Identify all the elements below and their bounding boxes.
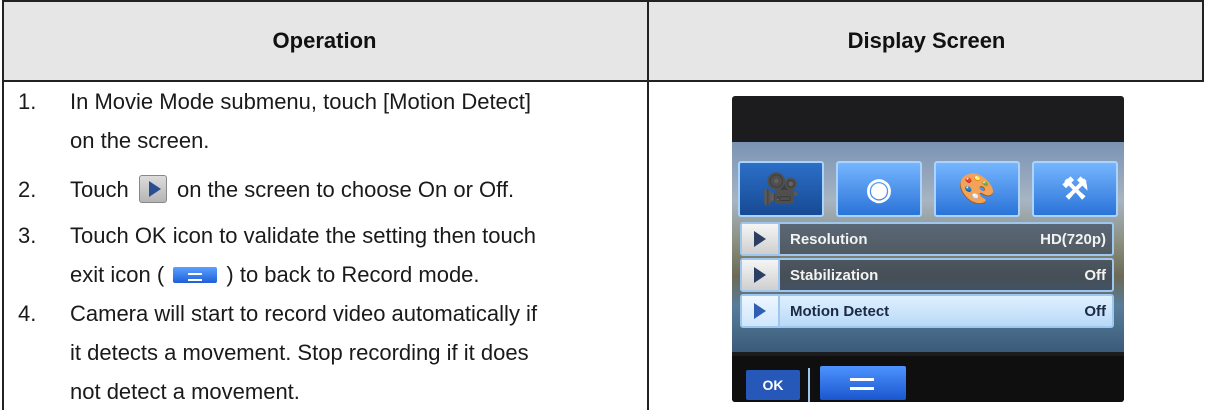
instruction-table: Operation Display Screen 1. In Movie Mod… bbox=[2, 0, 1204, 410]
menu-item-motion-detect[interactable]: Motion Detect Off bbox=[740, 294, 1114, 328]
step-line: Touch OK icon to validate the setting th… bbox=[70, 223, 536, 248]
step-number: 2. bbox=[18, 177, 37, 202]
play-arrow-icon bbox=[742, 260, 780, 290]
menu-item-label: Motion Detect bbox=[790, 302, 890, 320]
step-text-pre: exit icon ( bbox=[70, 262, 165, 287]
menu-item-value: HD(720p) bbox=[1040, 230, 1106, 248]
play-arrow-icon bbox=[742, 296, 780, 326]
tools-icon: ⚒ bbox=[1061, 172, 1089, 206]
ok-button[interactable]: OK bbox=[746, 370, 800, 400]
button-divider bbox=[808, 368, 810, 402]
movie-mode-icon: 🎥 bbox=[762, 172, 800, 206]
step-line: exit icon ( ) to back to Record mode. bbox=[70, 255, 650, 294]
step-line: it detects a movement. Stop recording if… bbox=[70, 340, 529, 365]
step-text-post: on the screen to choose On or Off. bbox=[176, 177, 515, 202]
step-text: Touch on the screen to choose On or Off. bbox=[70, 170, 650, 209]
palette-icon: 🎨 bbox=[958, 172, 996, 206]
step-text-post: ) to back to Record mode. bbox=[226, 262, 480, 287]
camera-display-screen: 🎥 ◉ 🎨 ⚒ Resolution HD(720p) Stabilizatio… bbox=[732, 96, 1124, 402]
menu-item-resolution[interactable]: Resolution HD(720p) bbox=[740, 222, 1114, 256]
play-arrow-icon bbox=[138, 175, 167, 203]
step-text: Touch OK icon to validate the setting th… bbox=[70, 216, 650, 294]
menu-item-label: Stabilization bbox=[790, 266, 879, 284]
header-operation: Operation bbox=[272, 28, 377, 53]
table-border-left bbox=[2, 82, 4, 410]
menu-item-value: Off bbox=[1084, 302, 1106, 320]
menu-item-value: Off bbox=[1084, 266, 1106, 284]
tab-camera[interactable]: ◉ bbox=[836, 161, 922, 217]
tab-effects[interactable]: 🎨 bbox=[934, 161, 1020, 217]
step-line: In Movie Mode submenu, touch [Motion Det… bbox=[70, 89, 532, 114]
tab-settings[interactable]: ⚒ bbox=[1032, 161, 1118, 217]
step-text: Camera will start to record video automa… bbox=[70, 294, 650, 410]
step-number: 3. bbox=[18, 223, 37, 248]
play-arrow-icon bbox=[742, 224, 780, 254]
step-line: not detect a movement. bbox=[70, 379, 300, 404]
exit-button[interactable] bbox=[820, 366, 906, 400]
header-display-screen: Display Screen bbox=[847, 28, 1006, 53]
menu-item-label: Resolution bbox=[790, 230, 868, 248]
step-line: Camera will start to record video automa… bbox=[70, 301, 538, 326]
step-text-pre: Touch bbox=[70, 177, 129, 202]
step-text: In Movie Mode submenu, touch [Motion Det… bbox=[70, 82, 650, 160]
menu-item-stabilization[interactable]: Stabilization Off bbox=[740, 258, 1114, 292]
exit-icon bbox=[173, 267, 218, 283]
step-number: 4. bbox=[18, 301, 37, 326]
camera-icon: ◉ bbox=[865, 172, 893, 206]
step-line: on the screen. bbox=[70, 128, 210, 153]
menu-tabs: 🎥 ◉ 🎨 ⚒ bbox=[738, 161, 1122, 217]
tab-movie-mode[interactable]: 🎥 bbox=[738, 161, 824, 217]
step-number: 1. bbox=[18, 89, 37, 114]
